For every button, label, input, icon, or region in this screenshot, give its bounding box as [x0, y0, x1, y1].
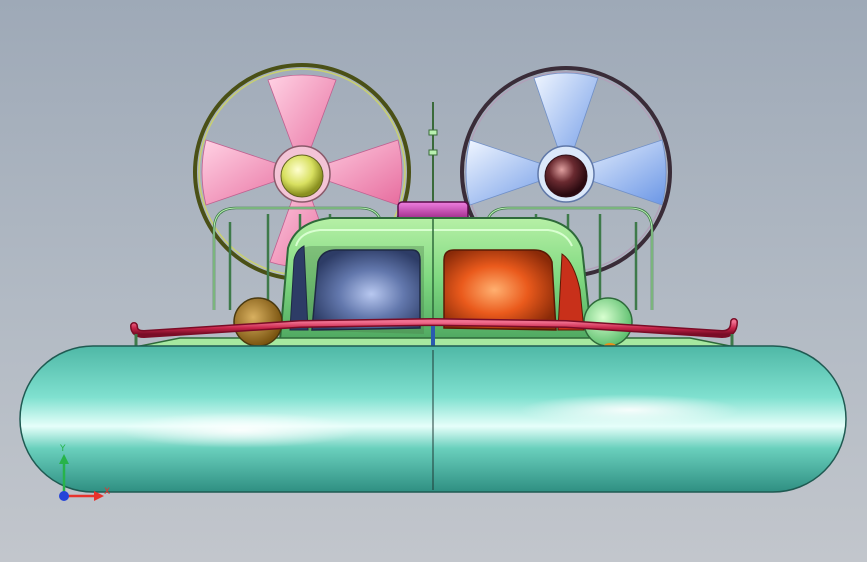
left-window: [311, 249, 421, 331]
antenna: [428, 102, 438, 206]
hull[interactable]: [19, 345, 847, 493]
model-canvas[interactable]: Y X: [0, 0, 867, 562]
x-axis-label: X: [104, 487, 110, 497]
fan-hub: [280, 154, 324, 198]
fan-hub: [544, 154, 588, 198]
y-axis-label: Y: [59, 444, 66, 454]
z-axis-dot: [59, 491, 69, 501]
right-window: [443, 249, 557, 331]
3d-viewport[interactable]: Y X: [0, 0, 867, 562]
